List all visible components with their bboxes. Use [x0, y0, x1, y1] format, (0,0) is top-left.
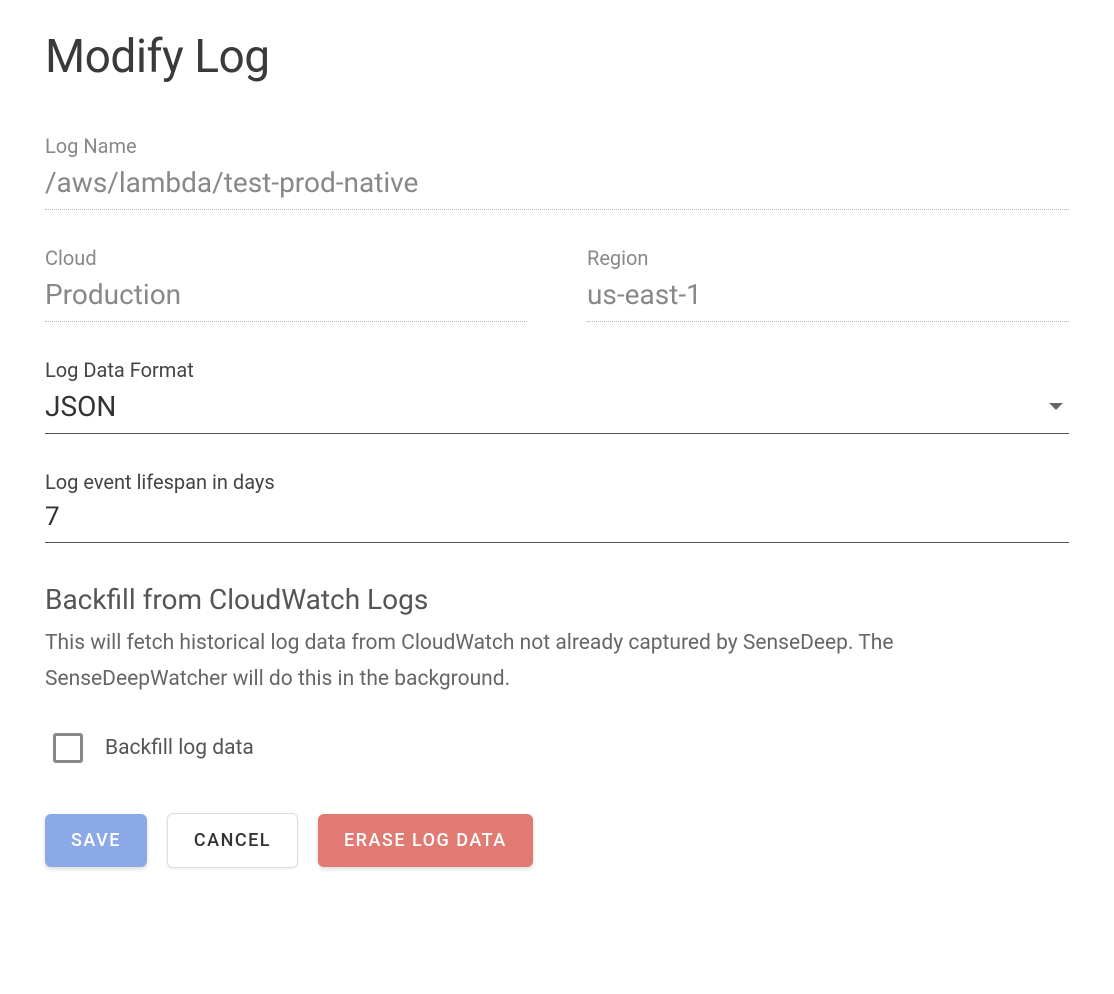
- page-title: Modify Log: [45, 30, 1069, 84]
- format-select[interactable]: JSON: [45, 390, 1069, 434]
- erase-button[interactable]: Erase Log Data: [318, 814, 533, 867]
- backfill-checkbox[interactable]: [53, 733, 83, 763]
- log-name-field: Log Name /aws/lambda/test-prod-native: [45, 134, 1069, 210]
- log-name-value: /aws/lambda/test-prod-native: [45, 166, 1069, 210]
- format-field-wrapper: Log Data Format JSON: [45, 358, 1069, 434]
- cancel-button[interactable]: Cancel: [167, 813, 298, 868]
- lifespan-label: Log event lifespan in days: [45, 470, 1069, 494]
- region-label: Region: [587, 246, 1069, 270]
- cloud-value: Production: [45, 278, 527, 322]
- log-name-label: Log Name: [45, 134, 1069, 158]
- backfill-title: Backfill from CloudWatch Logs: [45, 583, 1069, 616]
- save-button[interactable]: Save: [45, 814, 147, 867]
- lifespan-input[interactable]: [45, 502, 1069, 543]
- format-value: JSON: [45, 390, 116, 423]
- backfill-description: This will fetch historical log data from…: [45, 626, 1069, 697]
- region-value: us-east-1: [587, 278, 1069, 322]
- backfill-checkbox-label[interactable]: Backfill log data: [105, 736, 254, 760]
- format-label: Log Data Format: [45, 358, 1069, 382]
- lifespan-field-wrapper: Log event lifespan in days: [45, 470, 1069, 543]
- region-field: Region us-east-1: [587, 246, 1069, 322]
- cloud-label: Cloud: [45, 246, 527, 270]
- chevron-down-icon: [1049, 403, 1063, 410]
- cloud-field: Cloud Production: [45, 246, 527, 322]
